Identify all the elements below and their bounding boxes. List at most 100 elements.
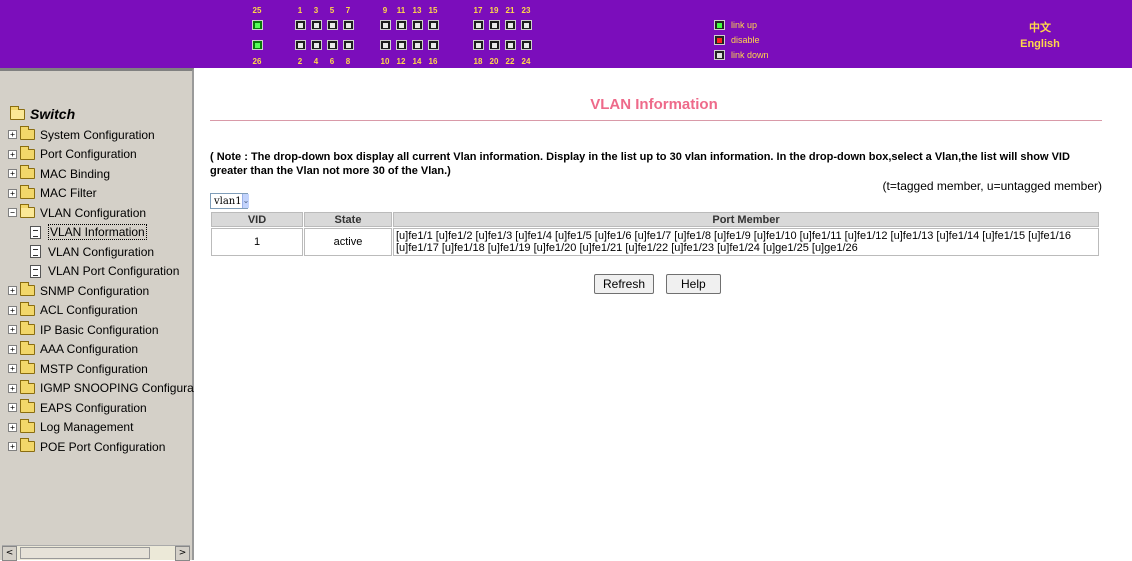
note-text: ( Note : The drop-down box display all c… <box>210 151 1070 177</box>
collapse-icon[interactable]: − <box>8 208 17 218</box>
port-number-bottom: 12 <box>396 57 406 66</box>
port-link-down-icon[interactable] <box>473 20 484 30</box>
port-link-down-icon[interactable] <box>327 40 338 50</box>
sidebar-item[interactable]: + ACL Configuration <box>8 301 194 321</box>
sidebar-item[interactable]: + Port Configuration <box>8 145 194 165</box>
sidebar-item[interactable]: + IP Basic Configuration <box>8 320 194 340</box>
legend-disable-label: disable <box>731 35 760 45</box>
sidebar-item[interactable]: + System Configuration <box>8 125 194 145</box>
port-link-down-icon[interactable] <box>428 40 439 50</box>
top-banner: 25 1 3 5 7 9 11 13 15 17 19 21 23 26 2 4 6 8 10 12 14 16 18 20… <box>0 0 1132 68</box>
cell-port-member: [u]fe1/1 [u]fe1/2 [u]fe1/3 [u]fe1/4 [u]f… <box>393 228 1099 256</box>
port-number-bottom: 8 <box>345 57 351 66</box>
expand-icon[interactable]: + <box>8 130 17 140</box>
document-icon <box>30 245 41 259</box>
port-number-top: 1 <box>297 6 303 15</box>
expand-icon[interactable]: + <box>8 169 17 179</box>
refresh-button[interactable]: Refresh <box>594 274 655 294</box>
port-link-down-icon[interactable] <box>473 40 484 50</box>
folder-icon <box>20 184 35 199</box>
legend-link-up-label: link up <box>731 20 758 30</box>
expand-icon[interactable]: + <box>8 149 17 159</box>
folder-open-icon <box>10 105 25 120</box>
sidebar-item-label: VLAN Port Configuration <box>48 264 180 279</box>
link-up-icon <box>714 20 725 30</box>
port-link-down-icon[interactable] <box>295 20 306 30</box>
language-switch: 中文 English <box>1010 20 1070 52</box>
port-number-bottom: 10 <box>380 57 390 66</box>
sidebar-item[interactable]: + MAC Binding <box>8 164 194 184</box>
lang-english-link[interactable]: English <box>1010 36 1070 52</box>
sidebar-item[interactable]: + SNMP Configuration <box>8 281 194 301</box>
port-link-down-icon[interactable] <box>311 20 322 30</box>
tree-root-switch[interactable]: Switch <box>8 105 194 123</box>
port-link-down-icon[interactable] <box>396 40 407 50</box>
folder-icon <box>20 438 35 453</box>
sidebar-item[interactable]: VLAN Port Configuration <box>8 262 194 282</box>
sidebar-item[interactable]: + AAA Configuration <box>8 340 194 360</box>
port-link-down-icon[interactable] <box>428 20 439 30</box>
port-link-down-icon[interactable] <box>505 20 516 30</box>
sidebar-item[interactable]: − VLAN Configuration <box>8 203 194 223</box>
port-link-down-icon[interactable] <box>295 40 306 50</box>
port-link-down-icon[interactable] <box>343 40 354 50</box>
port-link-down-icon[interactable] <box>412 20 423 30</box>
scroll-thumb[interactable] <box>20 547 150 559</box>
port-number-bottom: 2 <box>297 57 303 66</box>
port-link-down-icon[interactable] <box>327 20 338 30</box>
port-link-down-icon[interactable] <box>311 40 322 50</box>
port-link-up-icon[interactable] <box>252 20 263 30</box>
horizontal-scrollbar[interactable]: < > <box>2 545 190 561</box>
sidebar-item[interactable]: VLAN Configuration <box>8 242 194 262</box>
expand-icon[interactable]: + <box>8 403 17 413</box>
sidebar-item[interactable]: + MSTP Configuration <box>8 359 194 379</box>
expand-icon[interactable]: + <box>8 286 17 296</box>
port-link-down-icon[interactable] <box>521 40 532 50</box>
port-link-up-icon[interactable] <box>252 40 263 50</box>
expand-icon[interactable]: + <box>8 344 17 354</box>
port-link-down-icon[interactable] <box>489 40 500 50</box>
chevron-down-icon[interactable]: ⌄ <box>241 194 250 208</box>
port-number-bottom: 18 <box>473 57 483 66</box>
help-button[interactable]: Help <box>666 274 721 294</box>
disable-icon <box>714 35 725 45</box>
sidebar-item-label: ACL Configuration <box>40 303 138 318</box>
sidebar-item[interactable]: + IGMP SNOOPING Configura <box>8 379 194 399</box>
port-link-down-icon[interactable] <box>412 40 423 50</box>
sidebar-item[interactable]: + POE Port Configuration <box>8 437 194 457</box>
port-link-down-icon[interactable] <box>380 40 391 50</box>
port-link-down-icon[interactable] <box>505 40 516 50</box>
sidebar-item-label: SNMP Configuration <box>40 283 150 298</box>
port-number-bottom: 4 <box>313 57 319 66</box>
folder-icon <box>20 126 35 141</box>
port-number-top: 7 <box>345 6 351 15</box>
sidebar-item[interactable]: + EAPS Configuration <box>8 398 194 418</box>
document-icon <box>30 225 41 239</box>
port-link-down-icon[interactable] <box>521 20 532 30</box>
scroll-left-button[interactable]: < <box>2 546 17 561</box>
lang-chinese-link[interactable]: 中文 <box>1010 20 1070 36</box>
expand-icon[interactable]: + <box>8 325 17 335</box>
expand-icon[interactable]: + <box>8 383 17 393</box>
port-number-top: 9 <box>382 6 388 15</box>
sidebar-item[interactable]: + Log Management <box>8 418 194 438</box>
expand-icon[interactable]: + <box>8 422 17 432</box>
folder-icon <box>20 340 35 355</box>
vlan-select[interactable]: vlan1 ⌄ <box>210 193 250 209</box>
expand-icon[interactable]: + <box>8 364 17 374</box>
port-link-down-icon[interactable] <box>343 20 354 30</box>
scroll-right-button[interactable]: > <box>175 546 190 561</box>
sidebar-item[interactable]: VLAN Information <box>8 223 194 243</box>
expand-icon[interactable]: + <box>8 442 17 452</box>
sidebar-item[interactable]: + MAC Filter <box>8 184 194 204</box>
expand-icon[interactable]: + <box>8 305 17 315</box>
expand-icon[interactable]: + <box>8 188 17 198</box>
port-link-down-icon[interactable] <box>380 20 391 30</box>
sidebar-item-label: POE Port Configuration <box>40 439 166 454</box>
port-link-down-icon[interactable] <box>489 20 500 30</box>
port-number-top: 17 <box>473 6 483 15</box>
folder-icon <box>20 301 35 316</box>
port-number-top: 25 <box>252 6 262 15</box>
document-icon <box>30 264 41 278</box>
port-link-down-icon[interactable] <box>396 20 407 30</box>
